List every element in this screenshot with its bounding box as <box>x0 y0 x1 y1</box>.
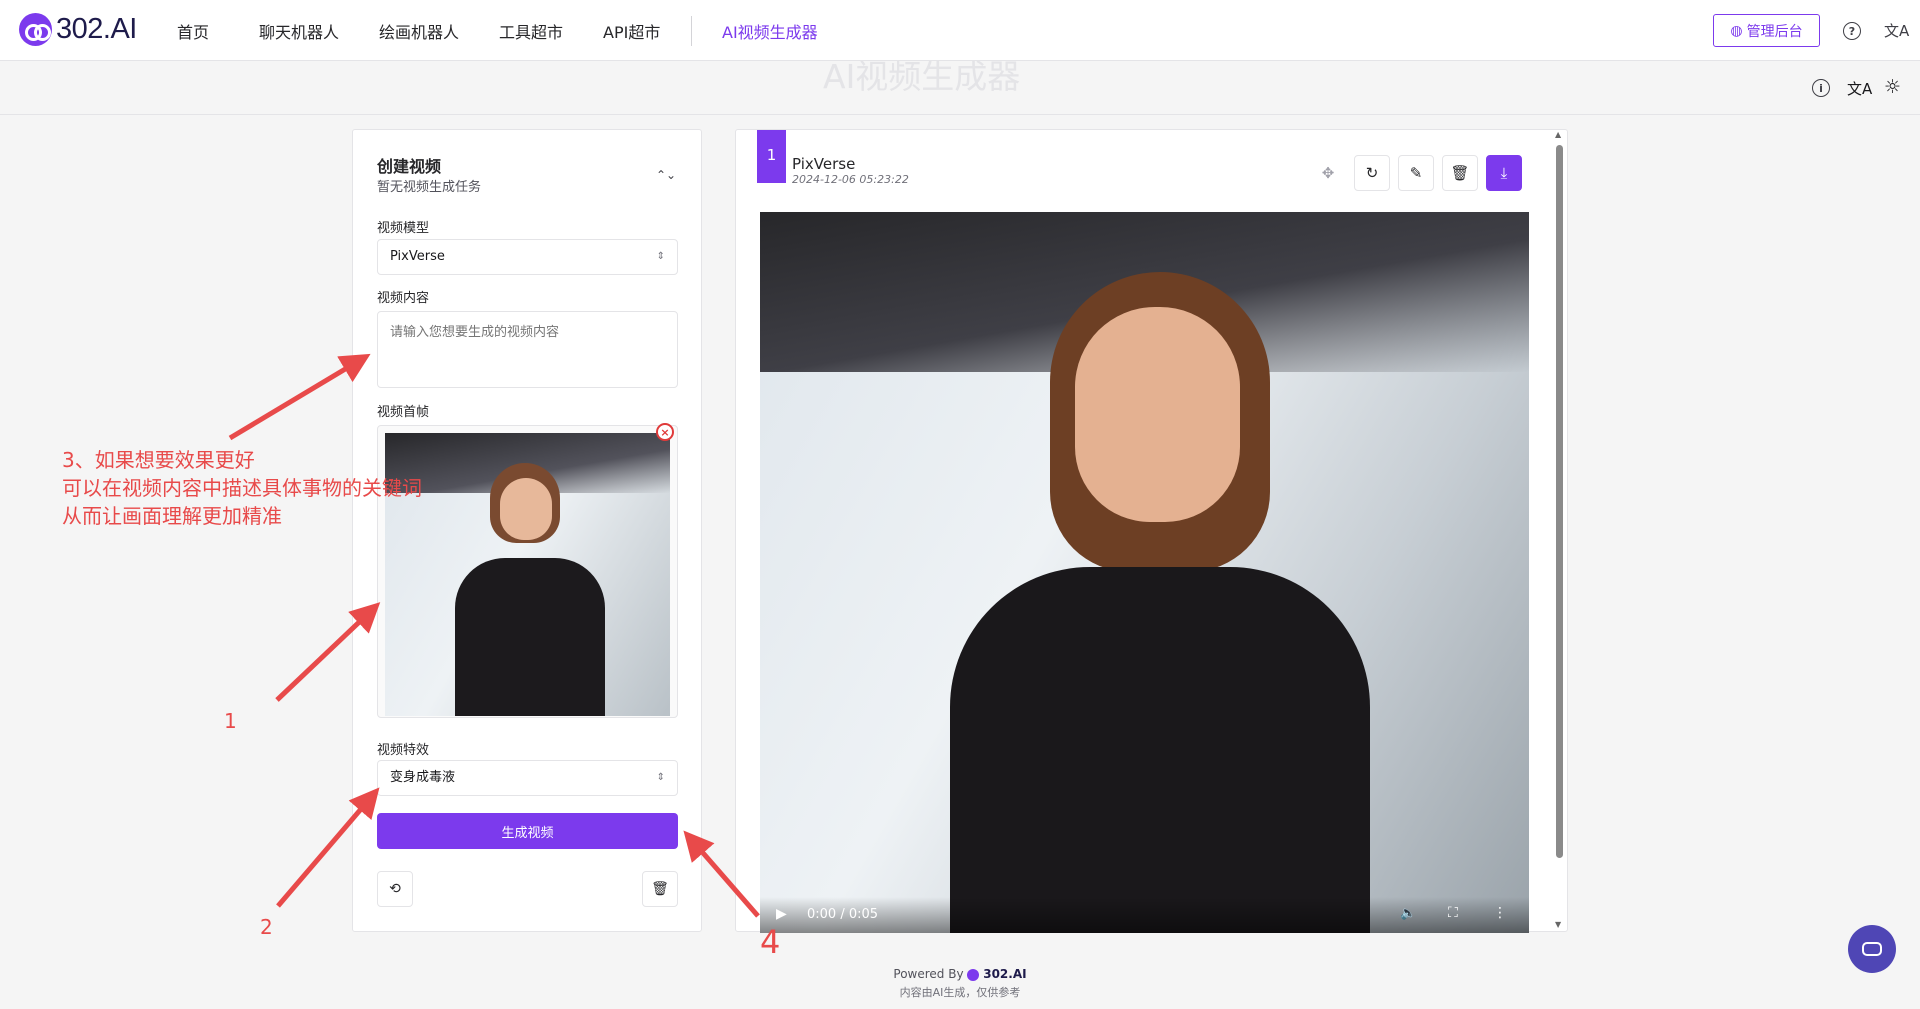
content-textarea[interactable] <box>377 311 678 388</box>
video-controls: ▶ 0:00 / 0:05 🔈 ⛶ ⋮ <box>760 897 1529 933</box>
help-icon[interactable]: ? <box>1843 22 1861 40</box>
video-subject-shirt <box>950 567 1370 933</box>
page-title-watermark: AI视频生成器 <box>823 57 1021 96</box>
nav-chatbot[interactable]: 聊天机器人 <box>259 19 339 43</box>
annotation-tip-line3: 从而让画面理解更加精准 <box>62 504 282 528</box>
scroll-up-icon[interactable]: ▲ <box>1555 130 1561 139</box>
nav-tool-market[interactable]: 工具超市 <box>499 19 563 43</box>
video-result-panel: 1 PixVerse 2024-12-06 05:23:22 ✥ ↻ ✎ 🗑 ⤓… <box>735 129 1568 933</box>
scrollbar-thumb[interactable] <box>1556 145 1563 858</box>
play-icon[interactable]: ▶ <box>776 906 787 922</box>
content-label: 视频内容 <box>377 291 430 306</box>
effect-select[interactable]: 变身成毒液 ⇕ <box>377 760 678 796</box>
video-player[interactable]: ▶ 0:00 / 0:05 🔈 ⛶ ⋮ <box>760 212 1529 933</box>
first-frame-image <box>385 433 670 716</box>
brand-logo[interactable]: 302.AI <box>19 13 137 46</box>
admin-label: 管理后台 <box>1746 23 1803 40</box>
download-icon[interactable]: ⤓ <box>1486 155 1522 191</box>
effect-select-value: 变身成毒液 <box>390 770 456 785</box>
fullscreen-icon[interactable]: ⛶ <box>1448 905 1458 921</box>
footer-logo-icon <box>967 968 980 981</box>
edit-icon[interactable]: ✎ <box>1398 155 1434 191</box>
history-icon[interactable]: ⟲ <box>377 871 413 907</box>
powered-by-label: Powered By <box>893 967 964 981</box>
annotation-number-2: 2 <box>260 915 273 939</box>
footer-note: 内容由AI生成，仅供参考 <box>899 986 1021 999</box>
more-options-icon[interactable]: ⋮ <box>1493 905 1507 921</box>
first-frame-upload[interactable]: × <box>377 423 678 718</box>
volume-icon[interactable]: 🔈 <box>1400 906 1416 921</box>
nav-drawing-bot[interactable]: 绘画机器人 <box>379 19 459 43</box>
first-frame-label: 视频首帧 <box>377 405 430 420</box>
select-chevron-icon: ⇕ <box>656 772 665 783</box>
nav-home[interactable]: 首页 <box>177 19 209 43</box>
generate-video-button[interactable]: 生成视频 <box>377 813 678 849</box>
brand-name: 302.AI <box>56 13 137 45</box>
arrow-to-content <box>228 353 371 441</box>
translate-icon[interactable]: 文A <box>1847 78 1872 99</box>
panel-title: 创建视频 <box>377 157 442 176</box>
collapse-chevron-icon[interactable]: ⌃⌄ <box>656 168 676 182</box>
model-select[interactable]: PixVerse ⇕ <box>377 239 678 275</box>
select-chevron-icon: ⇕ <box>656 251 665 262</box>
create-video-panel: 创建视频 暂无视频生成任务 ⌃⌄ 视频模型 PixVerse ⇕ 视频内容 视频… <box>352 129 702 932</box>
result-model-name: PixVerse <box>792 155 856 173</box>
chat-support-button[interactable] <box>1848 925 1896 973</box>
nav-divider <box>691 16 692 46</box>
annotation-number-4: 4 <box>760 923 781 961</box>
model-label: 视频模型 <box>377 221 430 236</box>
annotation-number-1: 1 <box>224 709 237 733</box>
nav-api-market[interactable]: API超市 <box>603 19 660 43</box>
regenerate-icon[interactable]: ↻ <box>1354 155 1390 191</box>
drag-handle-icon[interactable]: ✥ <box>1310 155 1346 191</box>
result-index-badge: 1 <box>757 130 786 183</box>
video-time: 0:00 / 0:05 <box>807 907 879 922</box>
dashboard-icon: ◍ <box>1730 22 1743 39</box>
footer-brand: 302.AI <box>983 967 1027 981</box>
admin-button[interactable]: ◍ 管理后台 <box>1713 14 1820 47</box>
video-subject-face <box>1075 307 1240 522</box>
trash-icon[interactable]: 🗑 <box>642 871 678 907</box>
annotation-tip: 3、如果想要效果更好 可以在视频内容中描述具体事物的关键词 从而让画面理解更加精… <box>62 446 422 530</box>
scrollbar[interactable]: ▲ ▼ <box>1553 129 1566 932</box>
language-icon[interactable]: 文A <box>1884 20 1909 41</box>
remove-image-icon[interactable]: × <box>656 423 674 441</box>
result-timestamp: 2024-12-06 05:23:22 <box>792 173 909 186</box>
theme-toggle-icon[interactable]: ☼ <box>1884 76 1901 98</box>
panel-subtitle: 暂无视频生成任务 <box>377 180 482 195</box>
info-icon[interactable]: i <box>1812 79 1830 97</box>
footer: Powered By 302.AI 内容由AI生成，仅供参考 <box>0 967 1920 1000</box>
effect-label: 视频特效 <box>377 743 430 758</box>
logo-icon <box>19 13 52 46</box>
annotation-tip-line2: 可以在视频内容中描述具体事物的关键词 <box>62 476 422 500</box>
scroll-down-icon[interactable]: ▼ <box>1555 920 1561 929</box>
chat-icon <box>1862 942 1882 956</box>
model-select-value: PixVerse <box>390 249 445 264</box>
annotation-tip-line1: 3、如果想要效果更好 <box>62 448 255 472</box>
nav-video-generator[interactable]: AI视频生成器 <box>722 19 818 43</box>
delete-icon[interactable]: 🗑 <box>1442 155 1478 191</box>
